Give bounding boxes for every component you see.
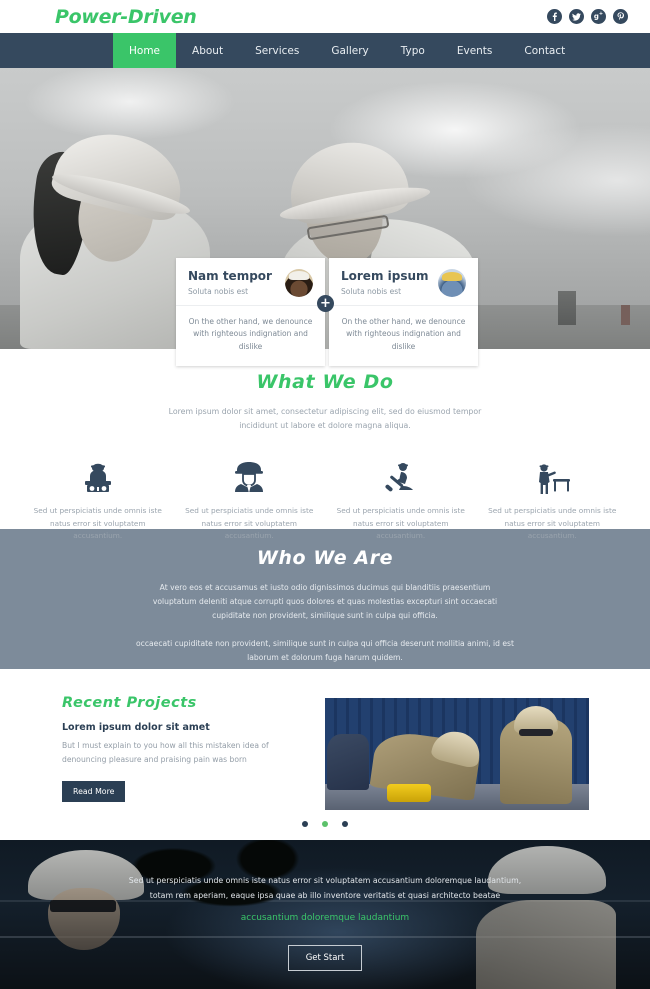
who-we-are-title: Who We Are xyxy=(256,547,394,569)
nav-item-contact[interactable]: Contact xyxy=(508,33,581,68)
nav-item-about[interactable]: About xyxy=(176,33,239,68)
hero-card-2-top: Lorem ipsum Soluta nobis est xyxy=(329,258,478,306)
facebook-icon[interactable] xyxy=(547,9,562,24)
service-item-text: Sed ut perspiciatis unde omnis iste natu… xyxy=(336,505,465,541)
recent-projects-subtitle: Lorem ipsum dolor sit amet xyxy=(62,722,210,733)
cta-paragraph: Sed ut perspiciatis unde omnis iste natu… xyxy=(128,876,522,900)
recent-projects-paragraph: But I must explain to you how all this m… xyxy=(62,741,269,765)
who-we-are-paragraph-2: occaecati cupiditate non provident, simi… xyxy=(136,639,514,663)
nav-item-home[interactable]: Home xyxy=(113,33,177,68)
hero-card-1-top: Nam tempor Soluta nobis est xyxy=(176,258,325,306)
what-we-do-section: What We Do Lorem ipsum dolor sit amet, c… xyxy=(0,349,650,540)
service-item[interactable]: Sed ut perspiciatis unde omnis iste natu… xyxy=(477,458,629,543)
hero-card-1-body: On the other hand, we denounce with righ… xyxy=(188,317,313,351)
carousel-dot[interactable] xyxy=(301,821,308,827)
service-item-text: Sed ut perspiciatis unde omnis iste natu… xyxy=(33,505,162,541)
nav-item-typo[interactable]: Typo xyxy=(385,33,441,68)
nav-item-gallery[interactable]: Gallery xyxy=(315,33,384,68)
hero-card-1[interactable]: Nam tempor Soluta nobis est On the other… xyxy=(176,258,325,367)
get-start-button[interactable]: Get Start xyxy=(287,944,363,971)
service-item[interactable]: Sed ut perspiciatis unde omnis iste natu… xyxy=(22,458,174,543)
hero-card-1-subtitle: Soluta nobis est xyxy=(188,287,249,297)
what-we-do-lead: Lorem ipsum dolor sit amet, consectetur … xyxy=(168,407,482,431)
main-navigation: Home About Services Gallery Typo Events … xyxy=(0,33,650,68)
what-we-do-title: What We Do xyxy=(256,371,394,393)
worker-helmet-icon xyxy=(182,458,318,496)
hero-card-2-body: On the other hand, we denounce with righ… xyxy=(341,317,466,351)
carousel-dots xyxy=(0,814,650,832)
hero-card-2-title: Lorem ipsum xyxy=(341,269,429,283)
service-item[interactable]: Sed ut perspiciatis unde omnis iste natu… xyxy=(325,458,477,543)
twitter-icon[interactable] xyxy=(569,9,584,24)
nav-item-events[interactable]: Events xyxy=(441,33,509,68)
recent-projects-text: Recent Projects Lorem ipsum dolor sit am… xyxy=(62,695,312,803)
nav-item-services[interactable]: Services xyxy=(239,33,315,68)
hero-cards: Nam tempor Soluta nobis est On the other… xyxy=(176,258,478,367)
recent-projects-title: Recent Projects xyxy=(62,695,197,711)
google-plus-icon[interactable]: g+ xyxy=(591,9,606,24)
worker-digging-icon xyxy=(333,458,469,496)
cta-content: Sed ut perspiciatis unde omnis iste natu… xyxy=(0,840,650,971)
read-more-button[interactable]: Read More xyxy=(62,781,126,803)
cta-section: Sed ut perspiciatis unde omnis iste natu… xyxy=(0,840,650,989)
brand-logo[interactable]: Power-Driven xyxy=(55,6,197,28)
plus-icon[interactable]: + xyxy=(317,295,334,312)
service-item-text: Sed ut perspiciatis unde omnis iste natu… xyxy=(488,505,617,541)
hero-post-small xyxy=(621,305,630,325)
carousel-dot-active[interactable] xyxy=(322,821,328,827)
avatar xyxy=(285,269,313,297)
hero-post xyxy=(558,291,576,325)
service-list: Sed ut perspiciatis unde omnis iste natu… xyxy=(0,458,650,543)
carousel-dot[interactable] xyxy=(342,821,349,827)
worker-at-desk-icon xyxy=(30,458,166,496)
who-we-are-paragraph-1: At vero eos et accusamus et iusto odio d… xyxy=(152,583,498,621)
social-links: g+ xyxy=(547,9,628,24)
recent-projects-photo[interactable] xyxy=(325,698,589,810)
hero-card-2-subtitle: Soluta nobis est xyxy=(341,287,402,297)
top-bar: Power-Driven g+ xyxy=(0,0,650,33)
cta-highlight: accusantium doloremque laudantium xyxy=(240,912,410,923)
hero-card-1-title: Nam tempor xyxy=(188,269,272,283)
worker-presenting-icon xyxy=(485,458,621,496)
who-we-are-section: Who We Are At vero eos et accusamus et i… xyxy=(0,529,650,669)
service-item-text: Sed ut perspiciatis unde omnis iste natu… xyxy=(185,505,314,541)
avatar xyxy=(438,269,466,297)
service-item[interactable]: Sed ut perspiciatis unde omnis iste natu… xyxy=(174,458,326,543)
page-root: Power-Driven g+ Home About Services Gall… xyxy=(0,0,650,989)
hero-card-2[interactable]: Lorem ipsum Soluta nobis est On the othe… xyxy=(329,258,478,367)
pinterest-icon[interactable] xyxy=(613,9,628,24)
